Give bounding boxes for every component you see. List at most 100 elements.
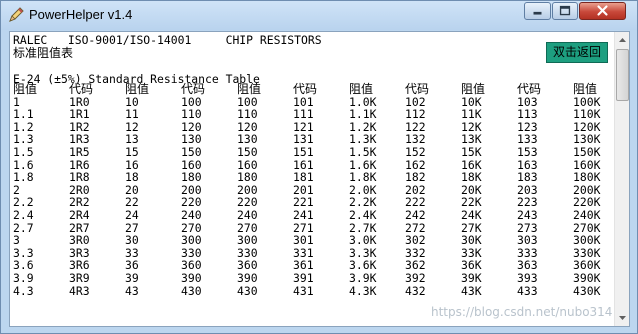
table-cell: 241	[293, 207, 314, 222]
table-cell: 110	[181, 107, 202, 122]
table-cell: 30	[125, 233, 139, 248]
page-title: 标准阻值表	[13, 46, 74, 60]
table-cell: 4R3	[69, 283, 90, 298]
table-cell: 432	[405, 283, 426, 298]
arrow-up-icon	[619, 38, 626, 42]
table-cell: 43	[125, 283, 139, 298]
table-cell: 300	[181, 233, 202, 248]
table-cell: 18	[125, 170, 139, 185]
header-line-1: RALEC ISO-9001/ISO-14001 CHIP RESISTORS	[13, 33, 322, 47]
minimize-button[interactable]	[524, 2, 551, 20]
table-cell: 2.4K	[349, 207, 377, 222]
table-cell: 39	[125, 270, 139, 285]
window-title: PowerHelper v1.4	[29, 7, 133, 22]
table-cell: 15	[125, 144, 139, 159]
table-row: 1.1 1R1 11 110 110 111 1.1K 112 11K 113 110K	[13, 108, 613, 121]
table-cell: 183	[517, 170, 538, 185]
table-cell: 240K	[573, 207, 601, 222]
table-cell: 390	[181, 270, 202, 285]
table-cell: 182	[405, 170, 426, 185]
table-cell: 181	[293, 170, 314, 185]
table-cell: 11	[125, 107, 139, 122]
table-cell: 1.5	[13, 144, 34, 159]
column-header: 阻值	[237, 82, 262, 96]
title-bar[interactable]: PowerHelper v1.4	[1, 1, 637, 30]
table-cell: 11K	[461, 107, 482, 122]
column-header: 代码	[293, 82, 318, 96]
close-icon	[597, 5, 608, 16]
table-cell: 1.8K	[349, 170, 377, 185]
table-cell: 150K	[573, 144, 601, 159]
table-cell: 15K	[461, 144, 482, 159]
column-header: 阻值	[125, 82, 150, 96]
table-cell: 393	[517, 270, 538, 285]
watermark-text: https://blog.csdn.net/nubo314	[431, 305, 613, 319]
table-cell: 302	[405, 233, 426, 248]
table-cell: 1R1	[69, 107, 90, 122]
table-cell: 3R0	[69, 233, 90, 248]
table-cell: 303	[517, 233, 538, 248]
table-row: 2.4 2R4 24 240 240 241 2.4K 242 24K 243 240K	[13, 209, 613, 222]
table-cell: 3.0K	[349, 233, 377, 248]
maximize-button[interactable]	[552, 2, 578, 20]
table-cell: 390	[237, 270, 258, 285]
scroll-up-button[interactable]	[615, 32, 629, 48]
column-header: 阻值	[461, 82, 486, 96]
table-cell: 1.8	[13, 170, 34, 185]
column-header: 代码	[517, 82, 542, 96]
close-button[interactable]	[579, 2, 626, 20]
table-cell: 430	[181, 283, 202, 298]
table-cell: 430K	[573, 283, 601, 298]
table-cell: 240	[181, 207, 202, 222]
table-row: 1.5 1R5 15 150 150 151 1.5K 152 15K 153 150K	[13, 146, 613, 159]
table-cell: 43K	[461, 283, 482, 298]
table-cell: 151	[293, 144, 314, 159]
table-cell: 150	[181, 144, 202, 159]
table-cell: 18K	[461, 170, 482, 185]
table-cell: 391	[293, 270, 314, 285]
table-cell: 39K	[461, 270, 482, 285]
back-button[interactable]: 双击返回	[546, 42, 608, 63]
table-row: 4.3 4R3 43 430 430 431 4.3K 432 43K 433 430K	[13, 283, 613, 298]
table-cell: 431	[293, 283, 314, 298]
table-cell: 392	[405, 270, 426, 285]
table-cell: 111	[293, 107, 314, 122]
table-cell: 1.5K	[349, 144, 377, 159]
column-header: 阻值	[13, 82, 38, 96]
arrow-down-icon	[619, 316, 626, 320]
table-cell: 1R8	[69, 170, 90, 185]
scroll-thumb[interactable]	[616, 49, 629, 101]
table-cell: 243	[517, 207, 538, 222]
table-cell: 24	[125, 207, 139, 222]
column-header: 阻值	[349, 82, 374, 96]
table-row: 1.8 1R8 18 180 180 181 1.8K 182 18K 183 180K	[13, 171, 613, 184]
content-area: RALEC ISO-9001/ISO-14001 CHIP RESISTORS …	[9, 31, 630, 327]
table-cell: 4.3K	[349, 283, 377, 298]
table-cell: 2R4	[69, 207, 90, 222]
minimize-icon	[533, 11, 542, 15]
table-row: 3.9 3R9 39 390 390 391 3.9K 392 39K 393 390K	[13, 272, 613, 285]
column-header: 阻值	[573, 82, 598, 96]
table-cell: 180	[181, 170, 202, 185]
table-cell: 153	[517, 144, 538, 159]
table-cell: 390K	[573, 270, 601, 285]
table-cell: 430	[237, 283, 258, 298]
table-row: 3 3R0 30 300 300 301 3.0K 302 30K 303 300K	[13, 234, 613, 247]
table-cell: 1.1K	[349, 107, 377, 122]
table-cell: 180	[237, 170, 258, 185]
app-window: PowerHelper v1.4 RALEC ISO-9001/ISO-1400…	[0, 0, 638, 334]
table-cell: 300K	[573, 233, 601, 248]
table-cell: 150	[237, 144, 258, 159]
scroll-down-button[interactable]	[615, 310, 629, 326]
table-cell: 3.9K	[349, 270, 377, 285]
table-cell: 30K	[461, 233, 482, 248]
column-header: 代码	[69, 82, 94, 96]
column-header: 代码	[405, 82, 430, 96]
table-cell: 110	[237, 107, 258, 122]
vertical-scrollbar[interactable]	[614, 32, 629, 326]
table-cell: 2.7	[13, 220, 34, 235]
table-cell: 240	[237, 207, 258, 222]
table-cell: 300	[237, 233, 258, 248]
table-cell: 3	[13, 233, 20, 248]
table-header-row: 阻值 代码 阻值 代码 阻值 代码 阻值 代码 阻值 代码 阻值	[13, 83, 613, 96]
